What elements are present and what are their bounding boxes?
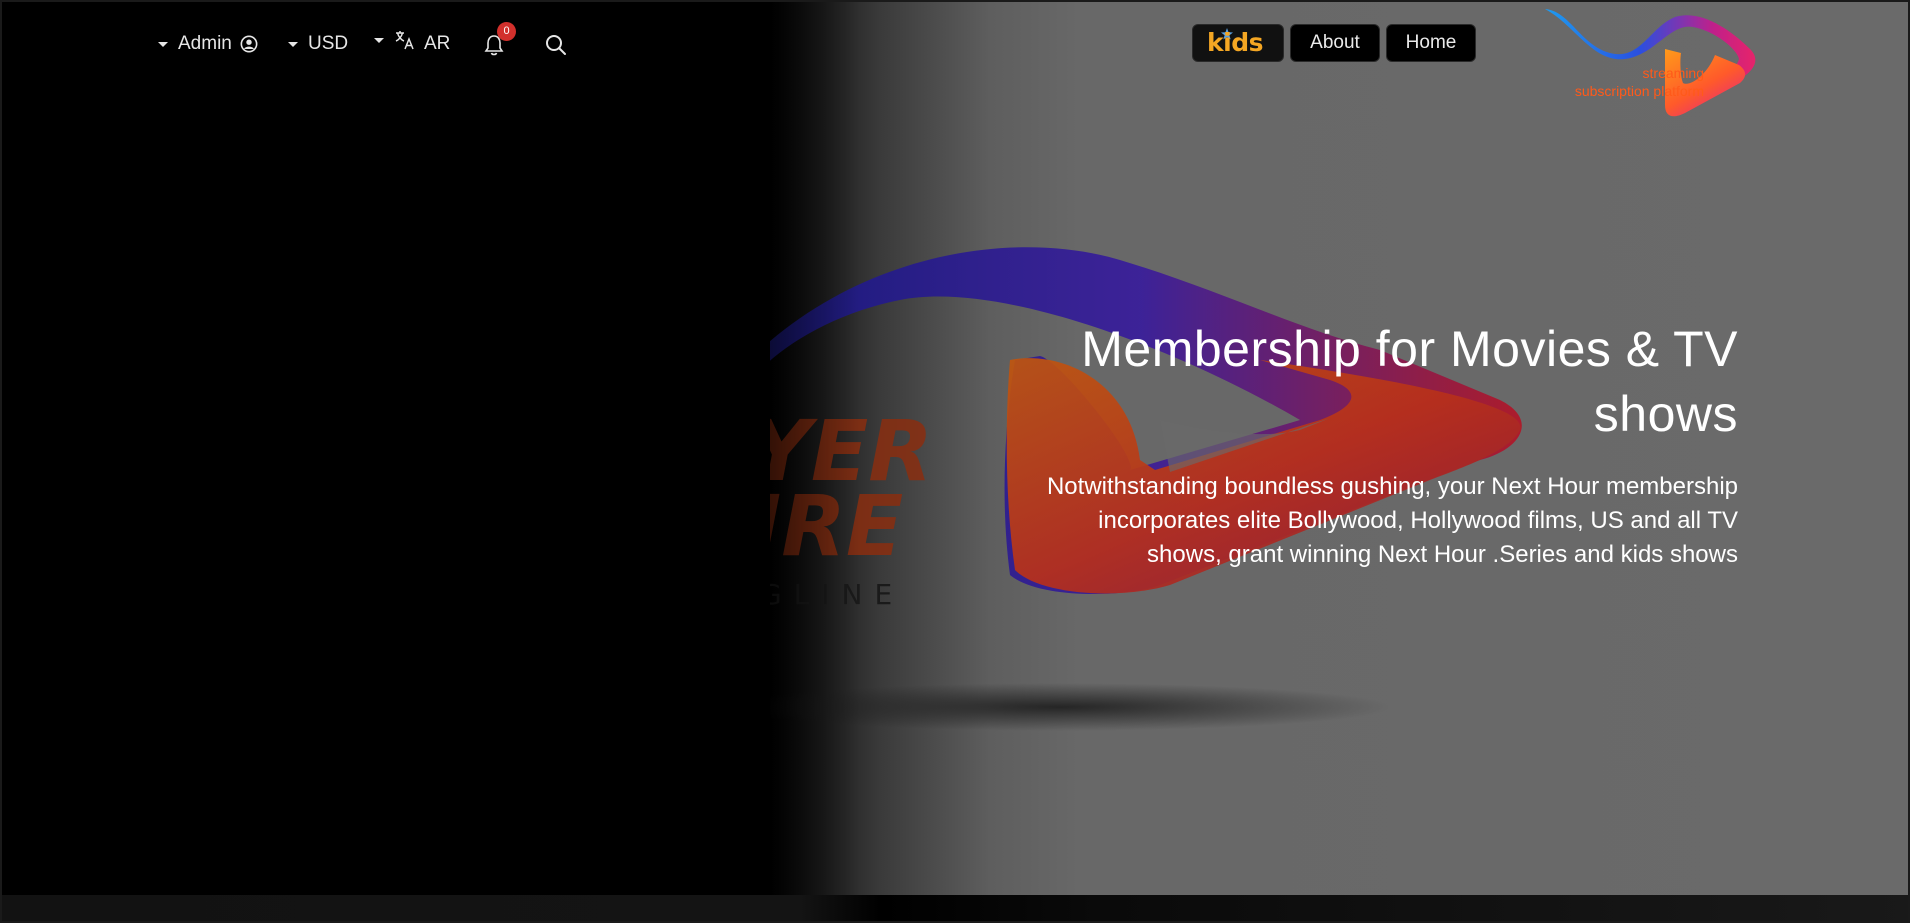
user-circle-icon [240,35,258,53]
language-menu-label: AR [424,33,451,54]
notification-count-badge: 0 [497,22,516,41]
kids-nav-button[interactable]: kids [1192,24,1284,62]
language-menu[interactable]: AR [374,30,450,58]
translate-icon [395,31,414,50]
background-logo-art: YER IRE GLINE [0,0,1522,895]
user-menu-label: Admin [178,33,232,54]
caret-down-icon [288,41,298,47]
brand-logo[interactable]: streaming subscription platform [1515,5,1760,117]
user-menu[interactable]: Admin [158,30,258,58]
bottom-strip [0,895,1910,923]
hero-background: YER IRE GLINE [0,0,1910,895]
search-button[interactable] [544,33,568,57]
search-icon [546,35,566,55]
play-logo-icon [1545,9,1756,117]
about-nav-button[interactable]: About [1290,24,1380,62]
currency-menu-label: USD [308,33,349,54]
app-window: YER IRE GLINE Admin USD [0,0,1910,923]
logo-tagline-2: subscription platform [1574,83,1704,99]
logo-tagline-1: streaming [1642,65,1704,81]
kids-nav-label: kids [1207,28,1263,57]
notifications-button[interactable]: 0 [483,22,516,58]
hero-description: Notwithstanding boundless gushing, your … [1046,473,1738,568]
home-nav-button[interactable]: Home [1386,24,1476,62]
currency-menu[interactable]: USD [288,30,348,58]
hero-headline: Membership for Movies & TV shows [1081,321,1738,442]
caret-down-icon [158,41,168,47]
top-navbar: Admin USD AR 0 kids About Home streaming… [0,0,1910,117]
caret-down-icon [374,37,384,43]
